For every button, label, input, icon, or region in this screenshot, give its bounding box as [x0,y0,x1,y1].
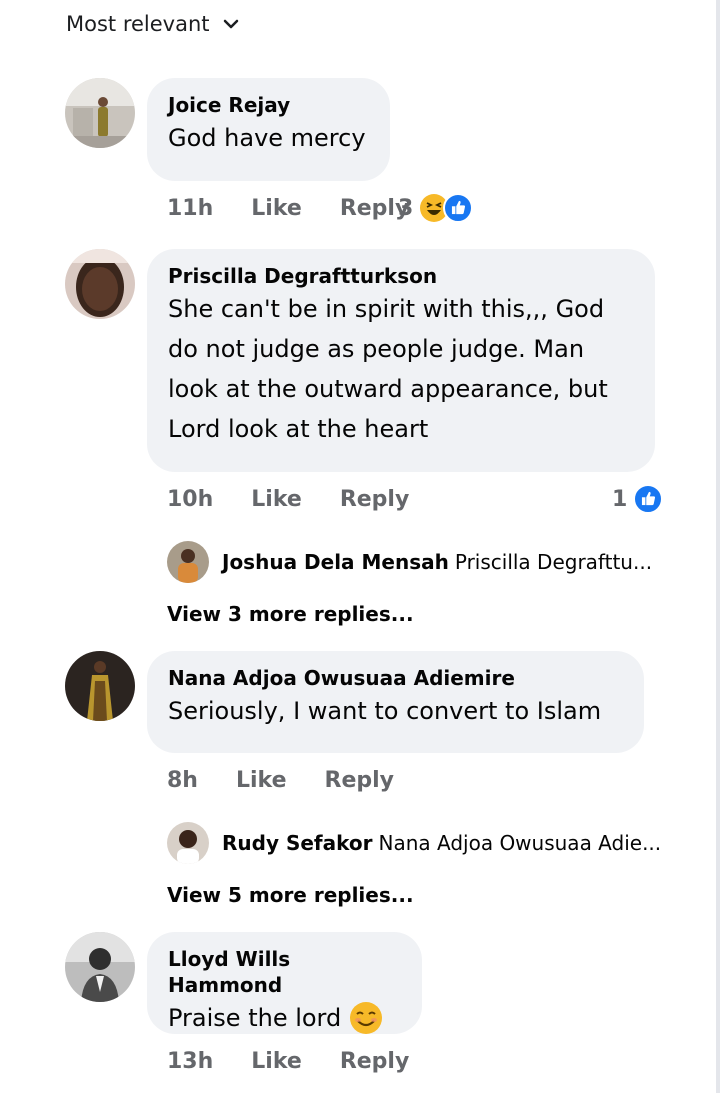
timestamp[interactable]: 10h [167,487,213,512]
comment-actions: 8h Like Reply [167,768,432,793]
like-button[interactable]: Like [236,768,287,793]
like-icon [633,484,664,514]
view-more-replies-link[interactable]: View 5 more replies... [167,883,414,907]
sort-label: Most relevant [66,12,210,36]
sort-dropdown[interactable]: Most relevant [66,12,240,36]
comment-text-line: look at the outward appearance, but [168,375,608,403]
comment-author[interactable]: Lloyd Wills Hammond [168,946,400,998]
reply-button[interactable]: Reply [325,768,395,793]
avatar[interactable] [167,541,209,583]
reaction-summary[interactable]: 3 [398,193,474,223]
comment-text: Seriously, I want to convert to Islam [168,697,602,725]
reply-button[interactable]: Reply [340,1049,410,1074]
reaction-count: 3 [398,195,414,221]
like-button[interactable]: Like [251,1049,302,1074]
comment-bubble: Lloyd Wills Hammond Praise the lord [147,932,422,1034]
comment-author[interactable]: Priscilla Degraftturkson [168,263,633,289]
reply-preview[interactable]: Joshua Dela Mensah Priscilla Degrafttu... [222,550,652,574]
smiling-face-icon [350,1002,383,1034]
reaction-summary[interactable]: 1 [612,484,664,514]
reply-snippet: Nana Adjoa Owusuaa Adie... [378,831,662,855]
reply-author[interactable]: Joshua Dela Mensah [222,550,449,574]
comment-actions: 13h Like Reply [167,1049,447,1074]
comment-text-content: Praise the lord [168,1004,342,1032]
avatar[interactable] [65,932,135,1002]
comment-text-line: She can't be in spirit with this,,, God [168,295,605,323]
timestamp[interactable]: 13h [167,1049,213,1074]
comment-actions: 10h Like Reply [167,487,447,512]
reply-snippet: Priscilla Degrafttu... [454,550,653,574]
comment-text: Praise the lord [168,998,400,1038]
avatar[interactable] [167,822,209,864]
comment-text-line: Lord look at the heart [168,415,429,443]
timestamp[interactable]: 11h [167,196,213,221]
reply-author[interactable]: Rudy Sefakor [222,831,373,855]
avatar[interactable] [65,249,135,319]
reply-preview[interactable]: Rudy Sefakor Nana Adjoa Owusuaa Adie... [222,831,661,855]
like-button[interactable]: Like [251,196,302,221]
comment-text-line: do not judge as people judge. Man [168,335,585,363]
reply-button[interactable]: Reply [340,487,410,512]
comment-author[interactable]: Nana Adjoa Owusuaa Adiemire [168,665,622,691]
comment-author[interactable]: Joice Rejay [168,92,368,118]
like-icon [443,193,474,223]
chevron-down-icon [223,19,238,29]
timestamp[interactable]: 8h [167,768,198,793]
avatar[interactable] [65,78,135,148]
comment-bubble: Joice Rejay God have mercy [147,78,390,181]
comment-text: God have mercy [168,124,366,152]
avatar[interactable] [65,651,135,721]
scroll-edge [716,0,720,1093]
view-more-replies-link[interactable]: View 3 more replies... [167,602,414,626]
comment-bubble: Priscilla Degraftturkson She can't be in… [147,249,655,472]
reaction-count: 1 [612,486,628,512]
like-button[interactable]: Like [251,487,302,512]
comment-bubble: Nana Adjoa Owusuaa Adiemire Seriously, I… [147,651,644,753]
